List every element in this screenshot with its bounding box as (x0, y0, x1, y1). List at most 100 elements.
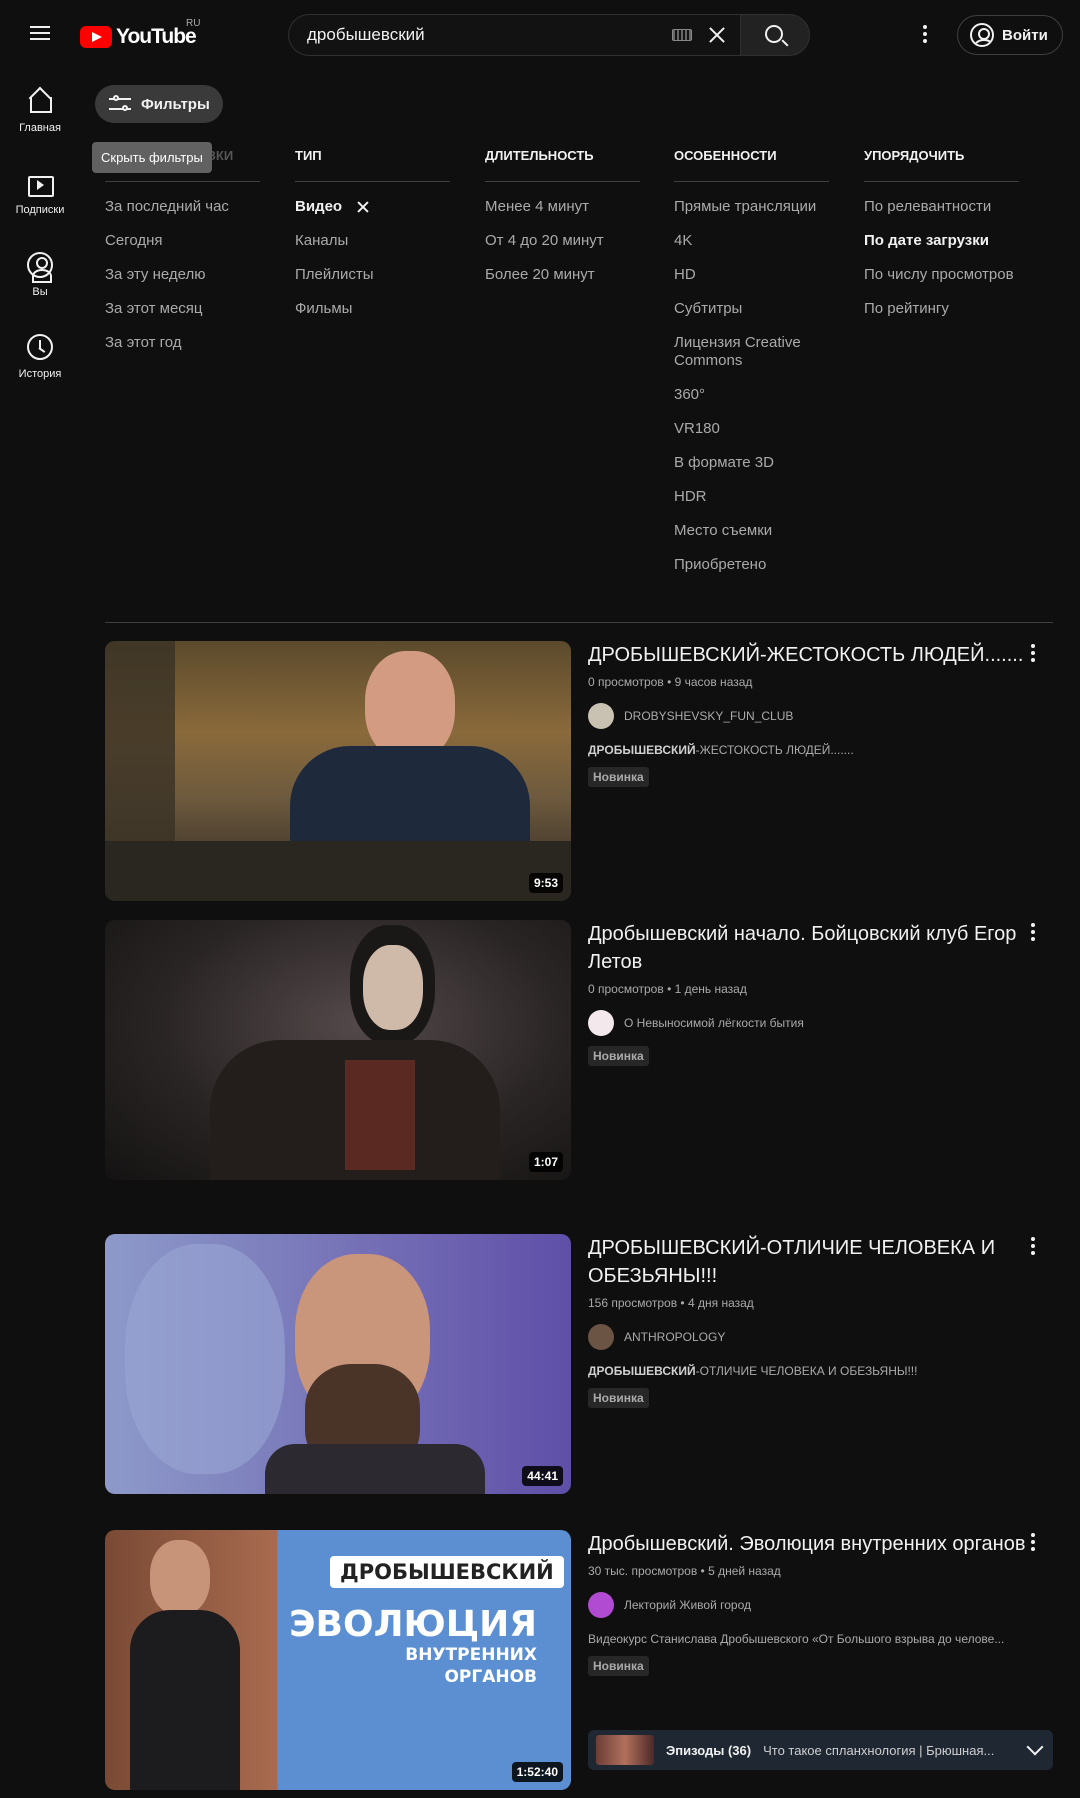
filter-option[interactable]: В формате 3D (674, 454, 829, 472)
search-input[interactable]: дробышевский (288, 14, 740, 56)
filter-option[interactable]: Каналы (295, 232, 450, 250)
video-info: ДРОБЫШЕВСКИЙ-ОТЛИЧИЕ ЧЕЛОВЕКА И ОБЕЗЬЯНЫ… (588, 1234, 1028, 1408)
channel-avatar[interactable] (588, 1010, 614, 1036)
filter-option[interactable]: Лицензия Creative Commons (674, 334, 829, 370)
action-menu-icon[interactable] (1023, 1234, 1043, 1258)
view-count: 30 тыс. просмотров (588, 1564, 698, 1578)
channel-link[interactable]: DROBYSHEVSKY_FUN_CLUB (588, 703, 1028, 729)
video-thumbnail[interactable]: 1:07 (105, 920, 571, 1180)
video-description: Видеокурс Станислава Дробышевского «От Б… (588, 1632, 1005, 1646)
filter-option[interactable]: Прямые трансляции (674, 198, 829, 216)
sidebar-item-label: Подписки (15, 204, 65, 216)
channel-link[interactable]: Лекторий Живой город (588, 1592, 1028, 1618)
filter-option[interactable]: От 4 до 20 минут (485, 232, 640, 250)
filter-option[interactable]: За этот год (105, 334, 260, 352)
filter-option[interactable]: Субтитры (674, 300, 829, 318)
channel-name[interactable]: Лекторий Живой город (624, 1598, 751, 1612)
video-meta: 30 тыс. просмотров • 5 дней назад (588, 1564, 781, 1578)
action-menu-icon[interactable] (1023, 920, 1043, 944)
filter-group-title: УПОРЯДОЧИТЬ (864, 144, 1019, 182)
thumbnail-figure (363, 945, 423, 1030)
tooltip: Скрыть фильтры (92, 142, 212, 173)
filter-option[interactable]: HD (674, 266, 829, 284)
episodes-bar[interactable]: Эпизоды (36) Что такое спланхнология | Б… (588, 1730, 1053, 1770)
filter-option[interactable]: 4K (674, 232, 829, 250)
description-highlight: ДРОБЫШЕВСКИЙ (588, 1364, 696, 1378)
search-query[interactable]: дробышевский (307, 25, 672, 45)
sign-in-button[interactable]: Войти (957, 15, 1063, 55)
search-icon (765, 25, 783, 43)
chevron-down-icon[interactable] (1026, 1738, 1044, 1756)
video-meta: 156 просмотров • 4 дня назад (588, 1296, 754, 1310)
video-title[interactable]: Дробышевский. Эволюция внутренних органо… (588, 1530, 1028, 1558)
thumbnail-text-line: ВНУТРЕННИХ (405, 1645, 537, 1665)
video-info: Дробышевский. Эволюция внутренних органо… (588, 1530, 1028, 1676)
filter-option-selected[interactable]: По дате загрузки (864, 232, 1019, 250)
action-menu-icon[interactable] (1023, 641, 1043, 665)
filter-option[interactable]: Сегодня (105, 232, 260, 250)
view-count: 0 просмотров (588, 675, 664, 689)
action-menu-icon[interactable] (1023, 1530, 1043, 1554)
channel-link[interactable]: ANTHROPOLOGY (588, 1324, 1028, 1350)
thumbnail-figure (130, 1610, 240, 1790)
filter-option[interactable]: Более 20 минут (485, 266, 640, 284)
youtube-logo[interactable]: YouTube RU (80, 18, 200, 52)
channel-name[interactable]: DROBYSHEVSKY_FUN_CLUB (624, 709, 793, 723)
filter-option[interactable]: За последний час (105, 198, 260, 216)
filter-option[interactable]: Приобретено (674, 556, 829, 574)
filter-option[interactable]: Менее 4 минут (485, 198, 640, 216)
upload-age: 4 дня назад (687, 1296, 754, 1310)
new-badge: Новинка (588, 1656, 649, 1676)
filter-option[interactable]: 360° (674, 386, 829, 404)
view-count: 0 просмотров (588, 982, 664, 996)
video-description: ДРОБЫШЕВСКИЙ-ЖЕСТОКОСТЬ ЛЮДЕЙ....... (588, 743, 1053, 757)
filter-option[interactable]: По рейтингу (864, 300, 1019, 318)
search-button[interactable] (740, 14, 810, 56)
filter-option[interactable]: По релевантности (864, 198, 1019, 216)
video-title[interactable]: ДРОБЫШЕВСКИЙ-ЖЕСТОКОСТЬ ЛЮДЕЙ....... (588, 641, 1028, 669)
keyboard-icon[interactable] (672, 29, 692, 41)
clear-search-icon[interactable] (706, 24, 728, 46)
filter-group-type: ТИП Видео Каналы Плейлисты Фильмы (295, 144, 450, 318)
video-duration: 9:53 (528, 873, 563, 893)
channel-name[interactable]: О Невыносимой лёгкости бытия (624, 1016, 804, 1030)
video-thumbnail[interactable]: ДРОБЫШЕВСКИЙ ЭВОЛЮЦИЯ ВНУТРЕННИХ ОРГАНОВ … (105, 1530, 571, 1790)
video-duration: 1:07 (528, 1152, 563, 1172)
filter-option[interactable]: VR180 (674, 420, 829, 438)
video-title[interactable]: Дробышевский начало. Бойцовский клуб Его… (588, 920, 1028, 976)
filter-option[interactable]: За эту неделю (105, 266, 260, 284)
thumbnail-text: ДРОБЫШЕВСКИЙ (330, 1556, 564, 1588)
channel-avatar[interactable] (588, 1324, 614, 1350)
sidebar-item-you[interactable]: Вы (0, 242, 80, 324)
episodes-count: Эпизоды (36) (666, 1742, 752, 1758)
filter-option[interactable]: Место съемки (674, 522, 829, 540)
filter-option-selected[interactable]: Видео (295, 198, 450, 216)
sidebar-item-subscriptions[interactable]: Подписки (0, 160, 80, 242)
channel-avatar[interactable] (588, 703, 614, 729)
filter-option[interactable]: За этот месяц (105, 300, 260, 318)
channel-avatar[interactable] (588, 1592, 614, 1618)
sign-in-label: Войти (1002, 26, 1048, 44)
sidebar-item-home[interactable]: Главная (0, 78, 80, 160)
description-highlight: ДРОБЫШЕВСКИЙ (588, 743, 696, 757)
video-thumbnail[interactable]: 44:41 (105, 1234, 571, 1494)
channel-link[interactable]: О Невыносимой лёгкости бытия (588, 1010, 1028, 1036)
menu-icon[interactable] (22, 22, 58, 50)
thumbnail-figure (290, 746, 530, 856)
thumbnail-figure (365, 651, 455, 761)
thumbnail-text-line: ОРГАНОВ (444, 1667, 537, 1687)
sidebar-item-history[interactable]: История (0, 324, 80, 406)
video-title[interactable]: ДРОБЫШЕВСКИЙ-ОТЛИЧИЕ ЧЕЛОВЕКА И ОБЕЗЬЯНЫ… (588, 1234, 1028, 1290)
filter-option[interactable]: Плейлисты (295, 266, 450, 284)
remove-filter-icon[interactable] (356, 200, 370, 214)
filter-option[interactable]: По числу просмотров (864, 266, 1019, 284)
filter-option[interactable]: HDR (674, 488, 829, 506)
video-info: ДРОБЫШЕВСКИЙ-ЖЕСТОКОСТЬ ЛЮДЕЙ....... 0 п… (588, 641, 1028, 787)
settings-more-icon[interactable] (915, 22, 935, 50)
filter-group-title: ТИП (295, 144, 450, 182)
new-badge: Новинка (588, 1388, 649, 1408)
filters-button[interactable]: Фильтры (95, 85, 223, 123)
video-thumbnail[interactable]: 9:53 (105, 641, 571, 901)
filter-option[interactable]: Фильмы (295, 300, 450, 318)
channel-name[interactable]: ANTHROPOLOGY (624, 1330, 725, 1344)
